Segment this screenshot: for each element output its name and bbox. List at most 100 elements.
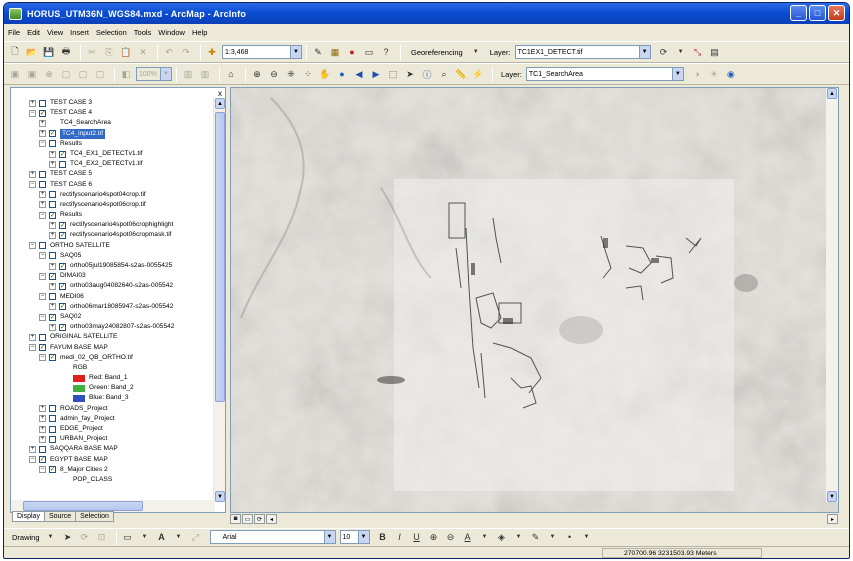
layer-row[interactable]: − TEST CASE 6	[11, 180, 215, 190]
layer-row[interactable]: POP_CLASS	[11, 475, 215, 485]
layer-visibility-checkbox[interactable]	[49, 252, 56, 260]
layer-visibility-checkbox[interactable]: ✓	[59, 323, 66, 331]
expand-icon[interactable]: +	[49, 221, 56, 229]
expand-icon[interactable]: +	[39, 425, 46, 433]
font-size-combo[interactable]: 10 ▼	[339, 530, 370, 544]
layer-visibility-checkbox[interactable]: ✓	[59, 262, 66, 270]
layer-row[interactable]: + ORIGINAL SATELLITE	[11, 332, 215, 342]
expand-icon[interactable]: +	[39, 130, 46, 138]
layer-row[interactable]: + ✓ rectifyscenario4spot06cropmask.tif	[11, 230, 215, 240]
layer-row[interactable]: + TEST CASE 3	[11, 98, 215, 108]
fixed-zoom-in-icon[interactable]: ⁜	[284, 67, 298, 81]
georef-layer-combo[interactable]: TC1EX1_DETECT.tif ▼	[514, 45, 651, 59]
collapse-icon[interactable]: −	[39, 354, 46, 362]
expand-icon[interactable]: +	[49, 150, 56, 158]
focus-data-frame-icon[interactable]: ▥	[198, 67, 212, 81]
chevron-down-icon[interactable]: ▼	[478, 530, 492, 544]
select-elements-arrow-icon[interactable]: ➤	[403, 67, 417, 81]
italic-icon[interactable]: I	[393, 530, 407, 544]
chevron-down-icon[interactable]: ▼	[172, 530, 186, 544]
zoom-100-icon[interactable]: ▢	[76, 67, 90, 81]
collapse-icon[interactable]: −	[39, 211, 46, 219]
drawing-menu[interactable]: Drawing	[12, 533, 40, 542]
layer-visibility-checkbox[interactable]: ✓	[49, 466, 56, 474]
layer-visibility-checkbox[interactable]: ✓	[49, 272, 56, 280]
collapse-icon[interactable]: −	[29, 242, 36, 250]
layer-visibility-checkbox[interactable]	[49, 191, 56, 199]
hyperlink-icon[interactable]: ⚡	[471, 67, 485, 81]
layer-row[interactable]: + EDGE_Project	[11, 424, 215, 434]
layer-visibility-checkbox[interactable]: ✓	[49, 313, 56, 321]
chevron-down-icon[interactable]: ▼	[638, 46, 650, 58]
scroll-right-arrow-icon[interactable]: ▸	[827, 514, 838, 524]
layer-row[interactable]: − ✓ EGYPT BASE MAP	[11, 455, 215, 465]
expand-icon[interactable]: +	[49, 323, 56, 331]
map-scale-combo[interactable]: 1:3,468 ▼	[222, 45, 302, 59]
toc-vertical-scrollbar[interactable]: ▲ ▼	[213, 98, 225, 502]
layer-visibility-checkbox[interactable]: ✓	[59, 303, 66, 311]
map-vertical-scrollbar[interactable]: ▲ ▼	[826, 88, 838, 502]
layer-visibility-checkbox[interactable]	[39, 181, 46, 189]
marker-color-icon[interactable]: •	[563, 530, 577, 544]
undo-icon[interactable]: ↶	[162, 45, 176, 59]
scroll-down-arrow-icon[interactable]: ▼	[215, 491, 225, 502]
toc-hscroll-thumb[interactable]	[23, 501, 143, 511]
back-arrow-icon[interactable]: ◀	[352, 67, 366, 81]
layer-row[interactable]: + ✓ ortho03aug04082640-s2as-005542	[11, 281, 215, 291]
layer-visibility-checkbox[interactable]: ✓	[39, 344, 46, 352]
layer-row[interactable]: − ✓ TEST CASE 4	[11, 108, 215, 118]
georeferencing-menu[interactable]: Georeferencing	[411, 48, 463, 57]
underline-icon[interactable]: U	[410, 530, 424, 544]
layer-row[interactable]: + ROADS_Project	[11, 404, 215, 414]
layer-row[interactable]: Blue: Band_3	[11, 393, 215, 403]
select-features-icon[interactable]: ⬚	[386, 67, 400, 81]
arctoolbox-icon[interactable]: ●	[345, 45, 359, 59]
redo-icon[interactable]: ↷	[179, 45, 193, 59]
layer-row[interactable]: − Results	[11, 139, 215, 149]
expand-icon[interactable]: +	[39, 415, 46, 423]
layer-row[interactable]: + rectifyscenario4spot06crop.tif	[11, 200, 215, 210]
collapse-icon[interactable]: −	[29, 181, 36, 189]
line-color-icon[interactable]: ✎	[529, 530, 543, 544]
rotate-icon[interactable]: ⟳	[657, 45, 671, 59]
zoom-in-fixed-icon[interactable]: ▣	[8, 67, 22, 81]
expand-icon[interactable]: +	[49, 262, 56, 270]
previous-extent-icon[interactable]: ◧	[119, 67, 133, 81]
select-elements-arrow-icon[interactable]: ➤	[61, 530, 75, 544]
effects-layer-combo[interactable]: TC1_SearchArea ▼	[525, 67, 684, 81]
layer-visibility-checkbox[interactable]: ✓	[39, 109, 46, 117]
chevron-down-icon[interactable]: ▼	[44, 530, 58, 544]
collapse-icon[interactable]: −	[29, 109, 36, 117]
layer-visibility-checkbox[interactable]	[49, 201, 56, 209]
scroll-left-arrow-icon[interactable]: ◂	[266, 514, 277, 524]
expand-icon[interactable]: +	[29, 445, 36, 453]
layer-row[interactable]: − ✓ medi_02_QB_ORTHO.tif	[11, 353, 215, 363]
layer-visibility-checkbox[interactable]	[39, 445, 46, 453]
copy-icon[interactable]: ⎘	[102, 45, 116, 59]
chevron-down-icon[interactable]: ▼	[323, 531, 335, 543]
collapse-icon[interactable]: −	[29, 344, 36, 352]
expand-icon[interactable]: +	[39, 435, 46, 443]
layer-visibility-checkbox[interactable]	[49, 405, 56, 413]
font-color-icon[interactable]: A	[461, 530, 475, 544]
expand-icon[interactable]: +	[49, 232, 56, 240]
print-icon[interactable]: 🖶	[59, 45, 73, 59]
arcmap-app-icon[interactable]	[9, 7, 22, 20]
chevron-down-icon[interactable]: ▼	[290, 46, 301, 58]
layer-row[interactable]: Green: Band_2	[11, 383, 215, 393]
layer-row[interactable]: Red: Band_1	[11, 373, 215, 383]
collapse-icon[interactable]: −	[39, 313, 46, 321]
layer-row[interactable]: − MEDI06	[11, 292, 215, 302]
layer-row[interactable]: + URBAN_Project	[11, 434, 215, 444]
layer-visibility-checkbox[interactable]: ✓	[39, 456, 46, 464]
layer-visibility-checkbox[interactable]: ✓	[49, 211, 56, 219]
editor-toolbar-icon[interactable]: ✎	[311, 45, 325, 59]
zoom-in-icon[interactable]: ⊕	[250, 67, 264, 81]
transparency-icon[interactable]: ◉	[724, 67, 738, 81]
add-data-icon[interactable]: ✚	[205, 45, 219, 59]
chevron-down-icon[interactable]: ▼	[138, 530, 152, 544]
maximize-button[interactable]: □	[809, 5, 826, 21]
layer-row[interactable]: + TEST CASE 5	[11, 169, 215, 179]
expand-icon[interactable]: +	[39, 201, 46, 209]
layer-row[interactable]: + ✓ rectifyscenario4spot06crophighlight	[11, 220, 215, 230]
